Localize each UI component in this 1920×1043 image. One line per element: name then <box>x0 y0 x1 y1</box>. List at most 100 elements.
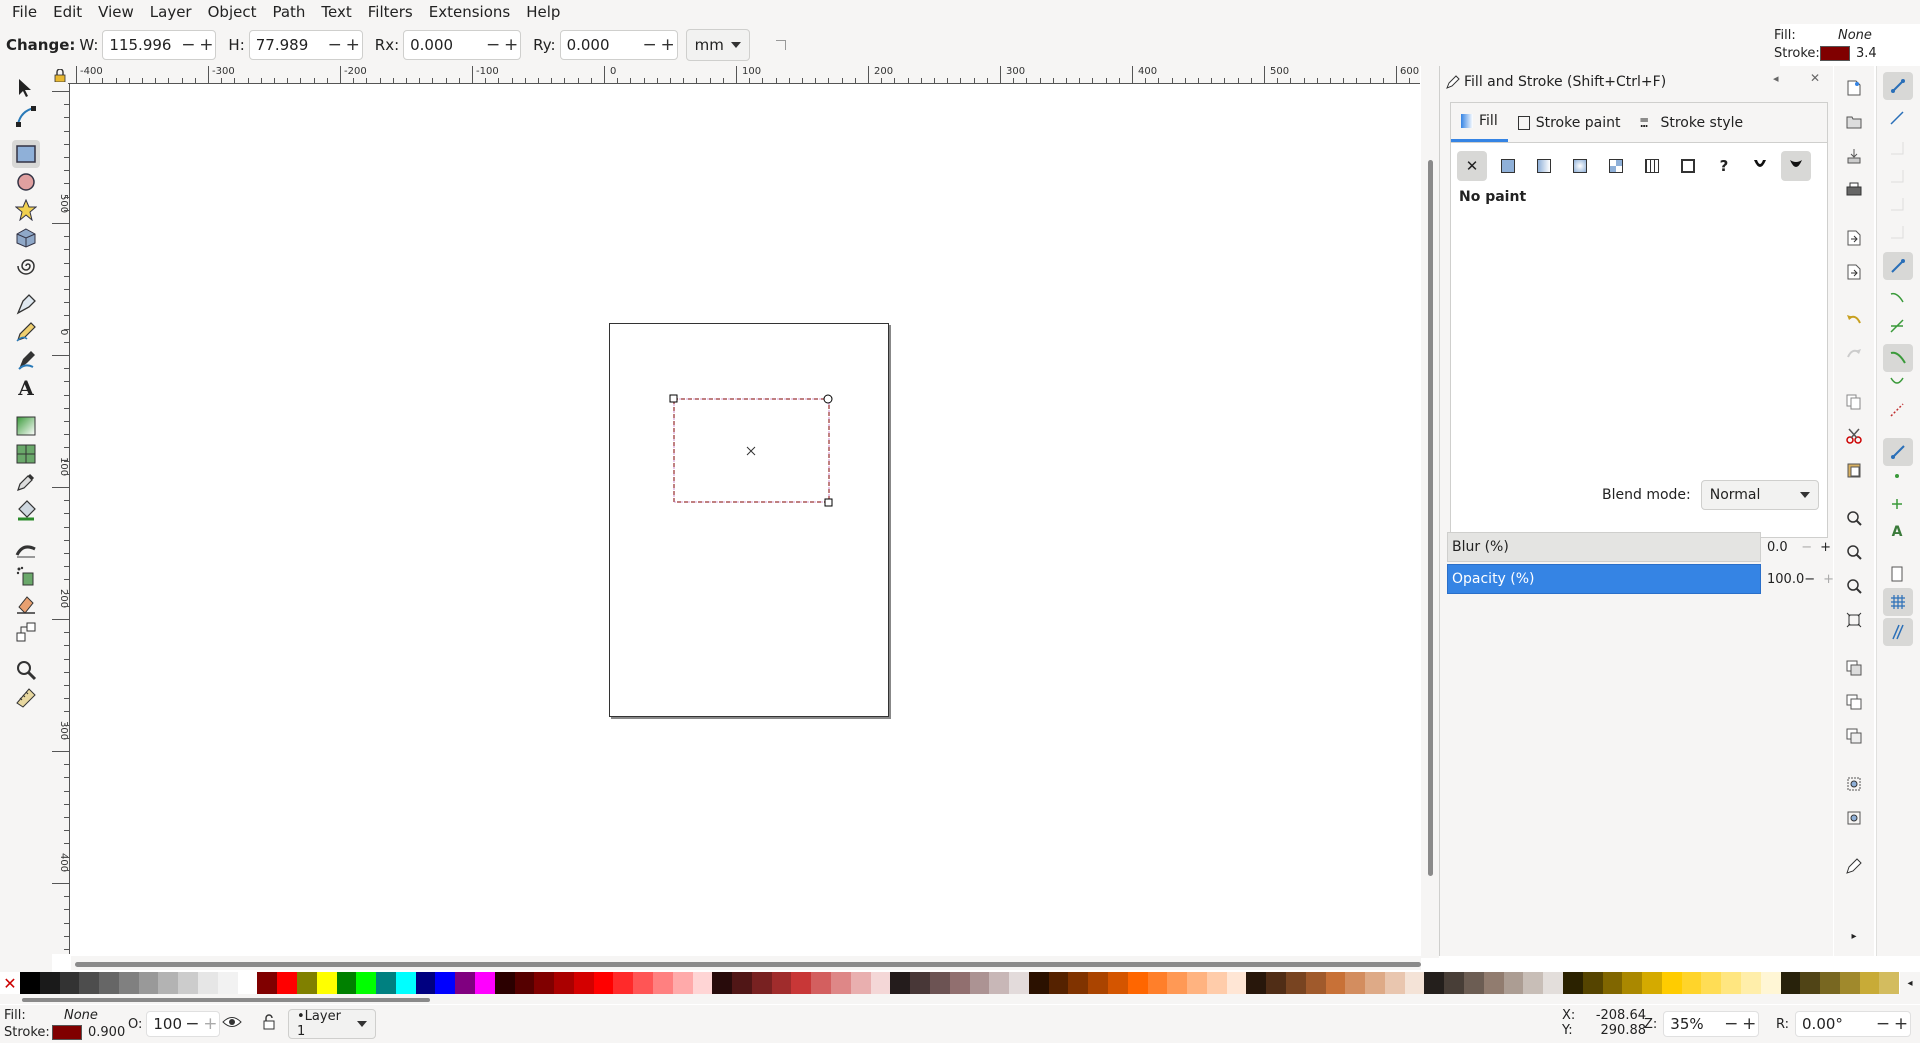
palette-swatch[interactable] <box>118 972 139 994</box>
palette-swatch[interactable] <box>1760 972 1781 994</box>
dialog-iconify-icon[interactable]: ◂ <box>1773 72 1779 85</box>
rotate-decrement-button[interactable]: − <box>1874 1014 1892 1034</box>
menu-filters[interactable]: Filters <box>360 0 421 24</box>
width-decrement-button[interactable]: − <box>179 35 197 55</box>
palette-swatch[interactable] <box>1503 972 1524 994</box>
palette-swatch[interactable] <box>1523 972 1544 994</box>
palette-swatch[interactable] <box>771 972 792 994</box>
open-icon[interactable] <box>1844 112 1864 132</box>
status-opacity-decrement-button[interactable]: − <box>183 1014 201 1034</box>
palette-swatch[interactable] <box>316 972 337 994</box>
menu-file[interactable]: File <box>4 0 45 24</box>
status-opacity-increment-button[interactable]: + <box>201 1014 219 1034</box>
redo-icon[interactable] <box>1844 344 1864 364</box>
duplicate-icon[interactable] <box>1844 658 1864 678</box>
group-icon[interactable] <box>1844 774 1864 794</box>
undo-icon[interactable] <box>1844 310 1864 330</box>
spray-tool-icon[interactable] <box>12 562 40 590</box>
palette-swatch[interactable] <box>949 972 970 994</box>
star-tool-icon[interactable] <box>12 196 40 224</box>
bezier-pen-tool-icon[interactable] <box>12 290 40 318</box>
snap-bbox-center-icon[interactable] <box>1887 222 1907 242</box>
palette-swatch[interactable] <box>1107 972 1128 994</box>
palette-swatch[interactable] <box>1325 972 1346 994</box>
palette-swatch[interactable] <box>1009 972 1029 994</box>
unit-dropdown[interactable]: mm <box>685 29 750 61</box>
palette-swatch[interactable] <box>1167 972 1188 994</box>
blur-decrement-button[interactable]: − <box>1801 540 1812 555</box>
palette-swatch[interactable] <box>929 972 950 994</box>
palette-swatch[interactable] <box>1859 972 1880 994</box>
palette-swatch[interactable] <box>1543 972 1563 994</box>
mesh-tool-icon[interactable] <box>12 440 40 468</box>
palette-swatch[interactable] <box>1444 972 1465 994</box>
rotate-spinbox[interactable]: 0.00° − + <box>1795 1011 1912 1037</box>
menu-help[interactable]: Help <box>518 0 568 24</box>
more-commands-icon[interactable]: ▸ <box>1844 926 1864 946</box>
palette-swatch[interactable] <box>494 972 515 994</box>
palette-swatch[interactable] <box>356 972 377 994</box>
palette-swatch[interactable] <box>376 972 396 994</box>
palette-swatch[interactable] <box>910 972 930 994</box>
palette-swatch[interactable] <box>158 972 179 994</box>
zoom-page-icon[interactable] <box>1844 576 1864 596</box>
snap-path-icon[interactable] <box>1887 288 1907 308</box>
palette-swatch[interactable] <box>653 972 673 994</box>
linear-gradient-button[interactable] <box>1529 151 1559 181</box>
zoom-page-width-icon[interactable] <box>1844 610 1864 630</box>
copy-icon[interactable] <box>1844 392 1864 412</box>
snap-others-icon[interactable] <box>1883 438 1913 466</box>
palette-swatch[interactable] <box>573 972 594 994</box>
palette-swatch[interactable] <box>870 972 891 994</box>
palette-swatch[interactable] <box>1365 972 1385 994</box>
snap-path-intersection-icon[interactable] <box>1887 316 1907 336</box>
palette-swatch[interactable] <box>1820 972 1840 994</box>
stroke-color-swatch[interactable] <box>1820 45 1850 61</box>
snap-bbox-edge-icon[interactable] <box>1887 138 1907 158</box>
palette-swatch[interactable] <box>1048 972 1069 994</box>
palette-swatch[interactable] <box>1701 972 1722 994</box>
style-indicator[interactable]: Fill: None Stroke: 3.4 <box>1774 26 1920 66</box>
palette-swatch[interactable] <box>989 972 1010 994</box>
palette-swatch[interactable] <box>1286 972 1306 994</box>
palette-swatch[interactable] <box>178 972 199 994</box>
color-palette[interactable] <box>20 972 1900 994</box>
swatch-button[interactable] <box>1673 151 1703 181</box>
rx-decrement-button[interactable]: − <box>484 35 502 55</box>
xml-editor-icon[interactable] <box>1844 856 1864 876</box>
palette-swatch[interactable] <box>1246 972 1267 994</box>
palette-swatch[interactable] <box>257 972 278 994</box>
rotate-increment-button[interactable]: + <box>1892 1014 1910 1034</box>
palette-swatch[interactable] <box>1424 972 1445 994</box>
snap-guide-icon[interactable] <box>1883 618 1913 646</box>
palette-swatch[interactable] <box>1642 972 1662 994</box>
palette-swatch[interactable] <box>99 972 119 994</box>
palette-swatch[interactable] <box>1800 972 1821 994</box>
palette-swatch[interactable] <box>514 972 535 994</box>
print-icon[interactable] <box>1844 180 1864 200</box>
rx-increment-button[interactable]: + <box>502 35 520 55</box>
palette-swatch[interactable] <box>39 972 60 994</box>
palette-swatch[interactable] <box>969 972 990 994</box>
snap-line-midpoints-icon[interactable] <box>1887 400 1907 420</box>
snap-smooth-nodes-icon[interactable] <box>1887 372 1907 392</box>
layer-lock-icon[interactable] <box>262 1014 276 1030</box>
current-layer-dropdown[interactable]: •Layer 1 <box>288 1009 376 1039</box>
rotate-value[interactable]: 0.00° <box>1796 1015 1874 1033</box>
palette-swatch[interactable] <box>1562 972 1583 994</box>
menu-view[interactable]: View <box>90 0 142 24</box>
palette-swatch[interactable] <box>1582 972 1603 994</box>
palette-swatch[interactable] <box>296 972 317 994</box>
palette-swatch[interactable] <box>831 972 851 994</box>
pattern-button[interactable] <box>1637 151 1667 181</box>
snap-nodes-icon[interactable] <box>1883 252 1913 280</box>
drawing-canvas[interactable] <box>71 85 1421 957</box>
layer-visibility-icon[interactable] <box>222 1015 242 1029</box>
ry-spinbox[interactable]: 0.000 − + <box>559 30 678 60</box>
ungroup-icon[interactable] <box>1844 808 1864 828</box>
palette-swatch[interactable] <box>712 972 733 994</box>
palette-swatch[interactable] <box>395 972 416 994</box>
horizontal-scroll-thumb[interactable] <box>75 962 1421 967</box>
palette-swatch[interactable] <box>791 972 812 994</box>
vertical-ruler[interactable]: 0 100 200 300 400 500 <box>52 84 70 954</box>
